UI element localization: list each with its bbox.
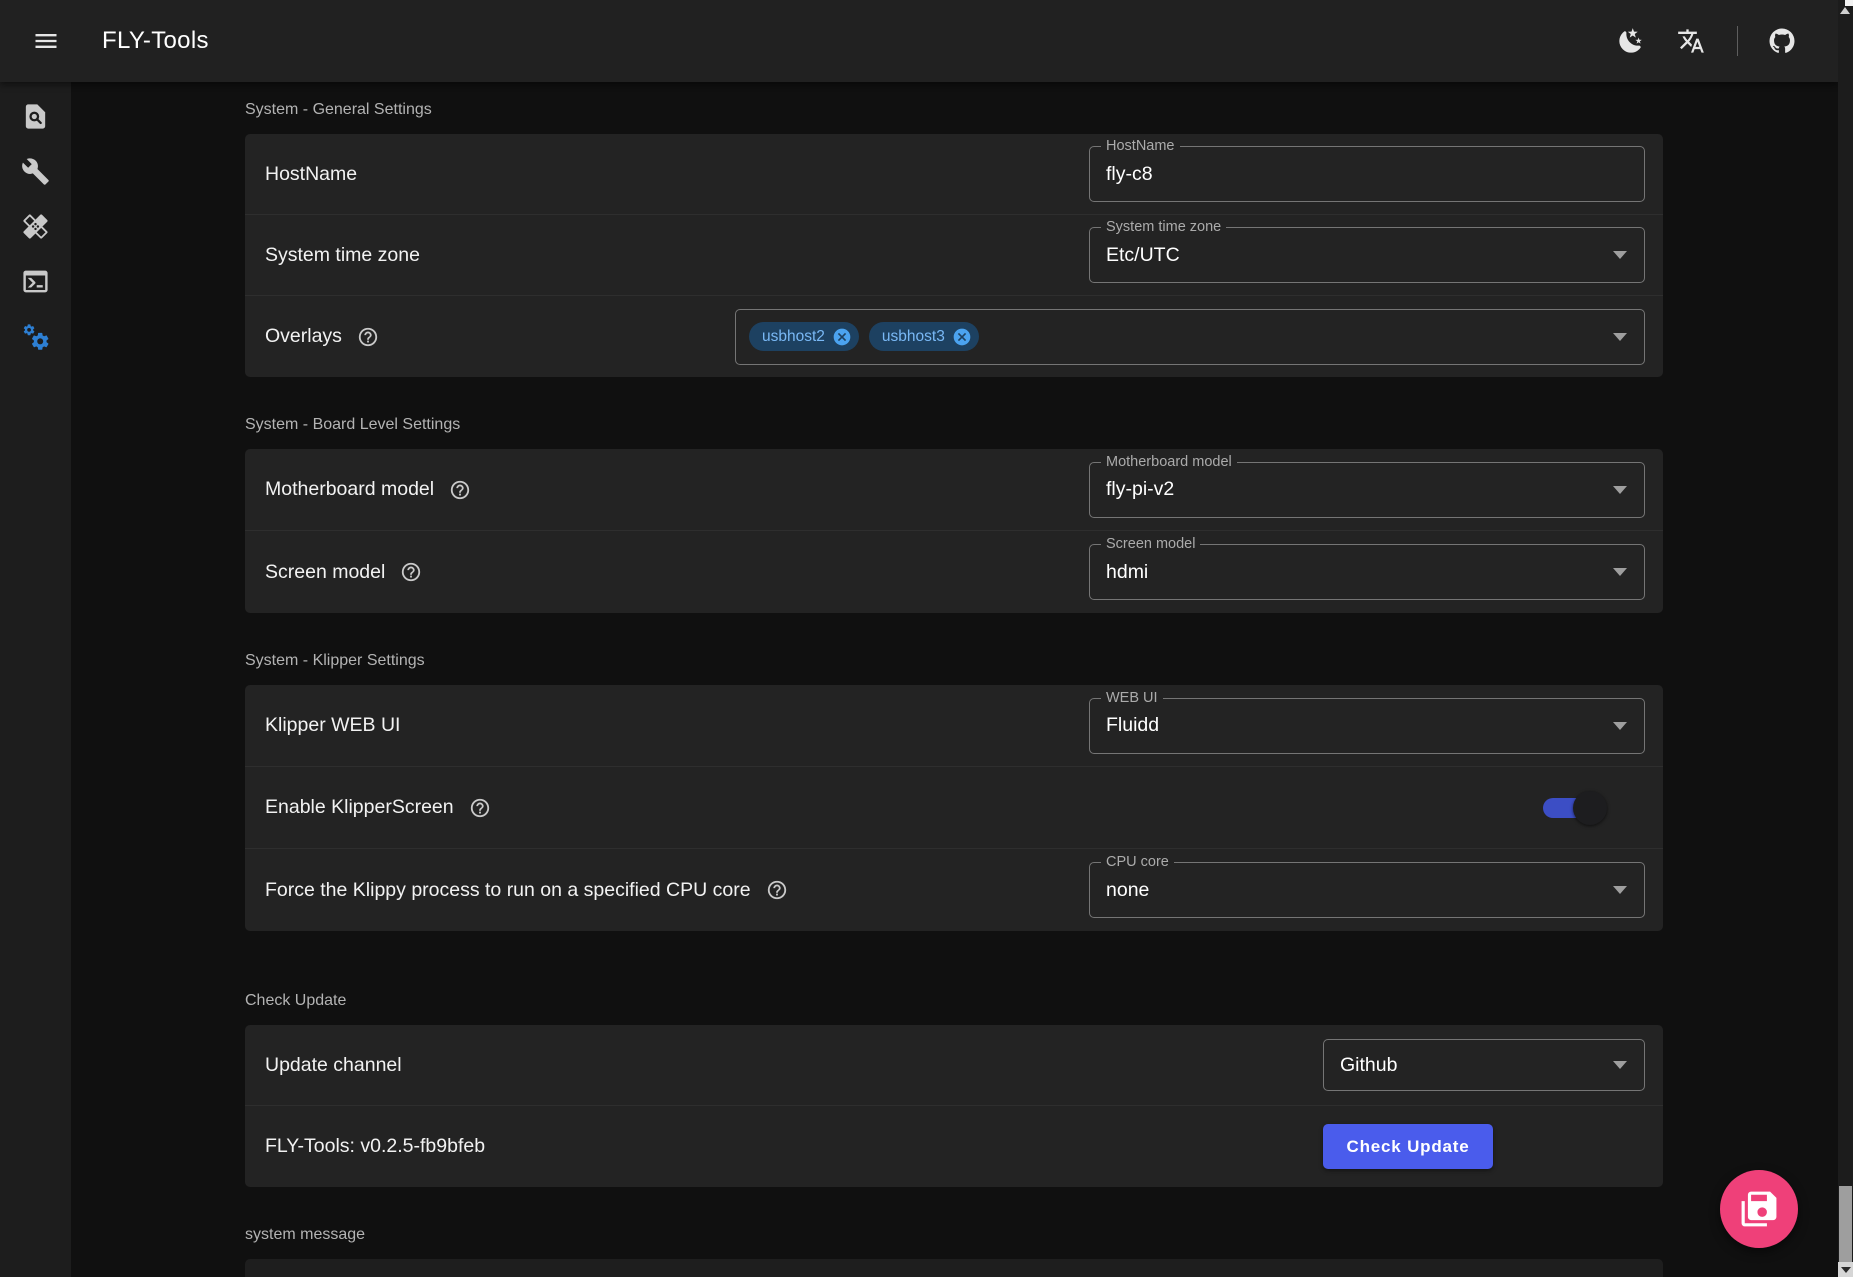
overlays-label: Overlays <box>265 325 342 348</box>
scrollbar-up-arrow[interactable] <box>1840 7 1850 14</box>
card-check-update: Update channel Github FLY-Tools: v0.2.5-… <box>245 1025 1663 1187</box>
sidebar-item-file-search-icon[interactable] <box>0 89 71 144</box>
motherboard-field-label: Motherboard model <box>1101 454 1237 471</box>
timezone-label: System time zone <box>265 244 420 267</box>
chevron-down-icon <box>1613 251 1627 259</box>
row-klipperscreen: Enable KlipperScreen <box>245 767 1663 849</box>
card-general-settings: HostName HostName fly-c8 System time zon… <box>245 134 1663 377</box>
card-board-settings: Motherboard model Motherboard model fly-… <box>245 449 1663 613</box>
row-cpu-core: Force the Klippy process to run on a spe… <box>245 849 1663 931</box>
save-all-icon <box>1740 1190 1778 1228</box>
help-icon[interactable] <box>400 561 422 583</box>
check-update-button[interactable]: Check Update <box>1323 1124 1493 1169</box>
timezone-select[interactable]: System time zone Etc/UTC <box>1089 227 1645 283</box>
chevron-down-icon <box>1613 886 1627 894</box>
klipperscreen-label: Enable KlipperScreen <box>265 796 454 819</box>
sidebar-item-terminal-icon[interactable] <box>0 254 71 309</box>
save-all-fab-button[interactable] <box>1720 1170 1798 1248</box>
main-content: System - General Settings HostName HostN… <box>71 82 1838 1277</box>
scrollbar-down-button[interactable] <box>1838 1262 1853 1277</box>
version-text: FLY-Tools: v0.2.5-fb9bfeb <box>265 1135 485 1158</box>
webui-field-value: Fluidd <box>1106 714 1159 737</box>
overlay-chip-label: usbhost3 <box>882 328 945 346</box>
chevron-down-icon <box>1613 722 1627 730</box>
webui-label: Klipper WEB UI <box>265 714 400 737</box>
row-screen-model: Screen model Screen model hdmi <box>245 531 1663 613</box>
motherboard-field-value: fly-pi-v2 <box>1106 478 1174 501</box>
webui-select[interactable]: WEB UI Fluidd <box>1089 698 1645 754</box>
screen-field-label: Screen model <box>1101 536 1200 553</box>
overlay-chip-label: usbhost2 <box>762 328 825 346</box>
cpu-core-select[interactable]: CPU core none <box>1089 862 1645 918</box>
chevron-down-icon <box>1613 568 1627 576</box>
chevron-down-icon <box>1613 333 1627 341</box>
klipperscreen-toggle[interactable] <box>1543 798 1589 818</box>
motherboard-label: Motherboard model <box>265 478 434 501</box>
left-sidebar <box>0 82 71 1277</box>
help-icon[interactable] <box>469 797 491 819</box>
sidebar-item-healing-icon[interactable] <box>0 199 71 254</box>
row-webui: Klipper WEB UI WEB UI Fluidd <box>245 685 1663 767</box>
help-icon[interactable] <box>449 479 471 501</box>
hostname-field-value: fly-c8 <box>1106 163 1153 186</box>
update-channel-select[interactable]: Github <box>1323 1039 1645 1091</box>
dark-mode-icon[interactable] <box>1609 19 1653 63</box>
scrollbar-top-corner <box>1845 0 1853 6</box>
app-bar: FLY-Tools <box>0 0 1838 82</box>
row-hostname: HostName HostName fly-c8 <box>245 134 1663 215</box>
screen-field-value: hdmi <box>1106 561 1148 584</box>
row-update-channel: Update channel Github <box>245 1025 1663 1106</box>
overlay-chip: usbhost2 <box>749 322 859 351</box>
cpu-core-field-value: none <box>1106 879 1149 902</box>
scrollbar-down-arrow <box>1841 1267 1851 1273</box>
row-version: FLY-Tools: v0.2.5-fb9bfeb Check Update <box>245 1106 1663 1187</box>
row-overlays: Overlays usbhost2 usbhost3 <box>245 296 1663 377</box>
toggle-thumb <box>1573 791 1607 825</box>
help-icon[interactable] <box>766 879 788 901</box>
chip-close-icon[interactable] <box>952 327 972 347</box>
section-title-general: System - General Settings <box>245 100 1838 120</box>
timezone-field-label: System time zone <box>1101 219 1226 236</box>
system-message-box <box>245 1259 1663 1277</box>
timezone-field-value: Etc/UTC <box>1106 244 1180 267</box>
card-klipper-settings: Klipper WEB UI WEB UI Fluidd Enable Klip… <box>245 685 1663 931</box>
overlay-chip: usbhost3 <box>869 322 979 351</box>
sidebar-item-wrench-icon[interactable] <box>0 144 71 199</box>
screen-model-select[interactable]: Screen model hdmi <box>1089 544 1645 600</box>
section-title-system-message: system message <box>245 1225 1838 1245</box>
scrollbar-thumb[interactable] <box>1839 1186 1852 1262</box>
hostname-field-label: HostName <box>1101 138 1180 155</box>
row-timezone: System time zone System time zone Etc/UT… <box>245 215 1663 296</box>
section-title-update: Check Update <box>245 991 1838 1011</box>
help-icon[interactable] <box>357 326 379 348</box>
hostname-input[interactable]: HostName fly-c8 <box>1089 146 1645 202</box>
app-title: FLY-Tools <box>102 27 209 55</box>
vertical-scrollbar[interactable] <box>1838 0 1853 1277</box>
section-title-board: System - Board Level Settings <box>245 415 1838 435</box>
hamburger-menu-icon[interactable] <box>26 21 66 61</box>
overlays-select[interactable]: usbhost2 usbhost3 <box>735 309 1645 365</box>
cpu-core-field-label: CPU core <box>1101 854 1174 871</box>
row-motherboard: Motherboard model Motherboard model fly-… <box>245 449 1663 531</box>
hostname-label: HostName <box>265 163 357 186</box>
update-channel-value: Github <box>1340 1054 1397 1077</box>
cpu-core-label: Force the Klippy process to run on a spe… <box>265 879 751 902</box>
github-icon[interactable] <box>1760 19 1804 63</box>
translate-icon[interactable] <box>1669 19 1713 63</box>
webui-field-label: WEB UI <box>1101 690 1163 707</box>
motherboard-select[interactable]: Motherboard model fly-pi-v2 <box>1089 462 1645 518</box>
appbar-divider <box>1737 26 1738 56</box>
update-channel-label: Update channel <box>265 1054 402 1077</box>
sidebar-item-settings-cogs-icon[interactable] <box>0 309 71 364</box>
screen-model-label: Screen model <box>265 561 385 584</box>
chevron-down-icon <box>1613 1061 1627 1069</box>
chip-close-icon[interactable] <box>832 327 852 347</box>
chevron-down-icon <box>1613 486 1627 494</box>
section-title-klipper: System - Klipper Settings <box>245 651 1838 671</box>
